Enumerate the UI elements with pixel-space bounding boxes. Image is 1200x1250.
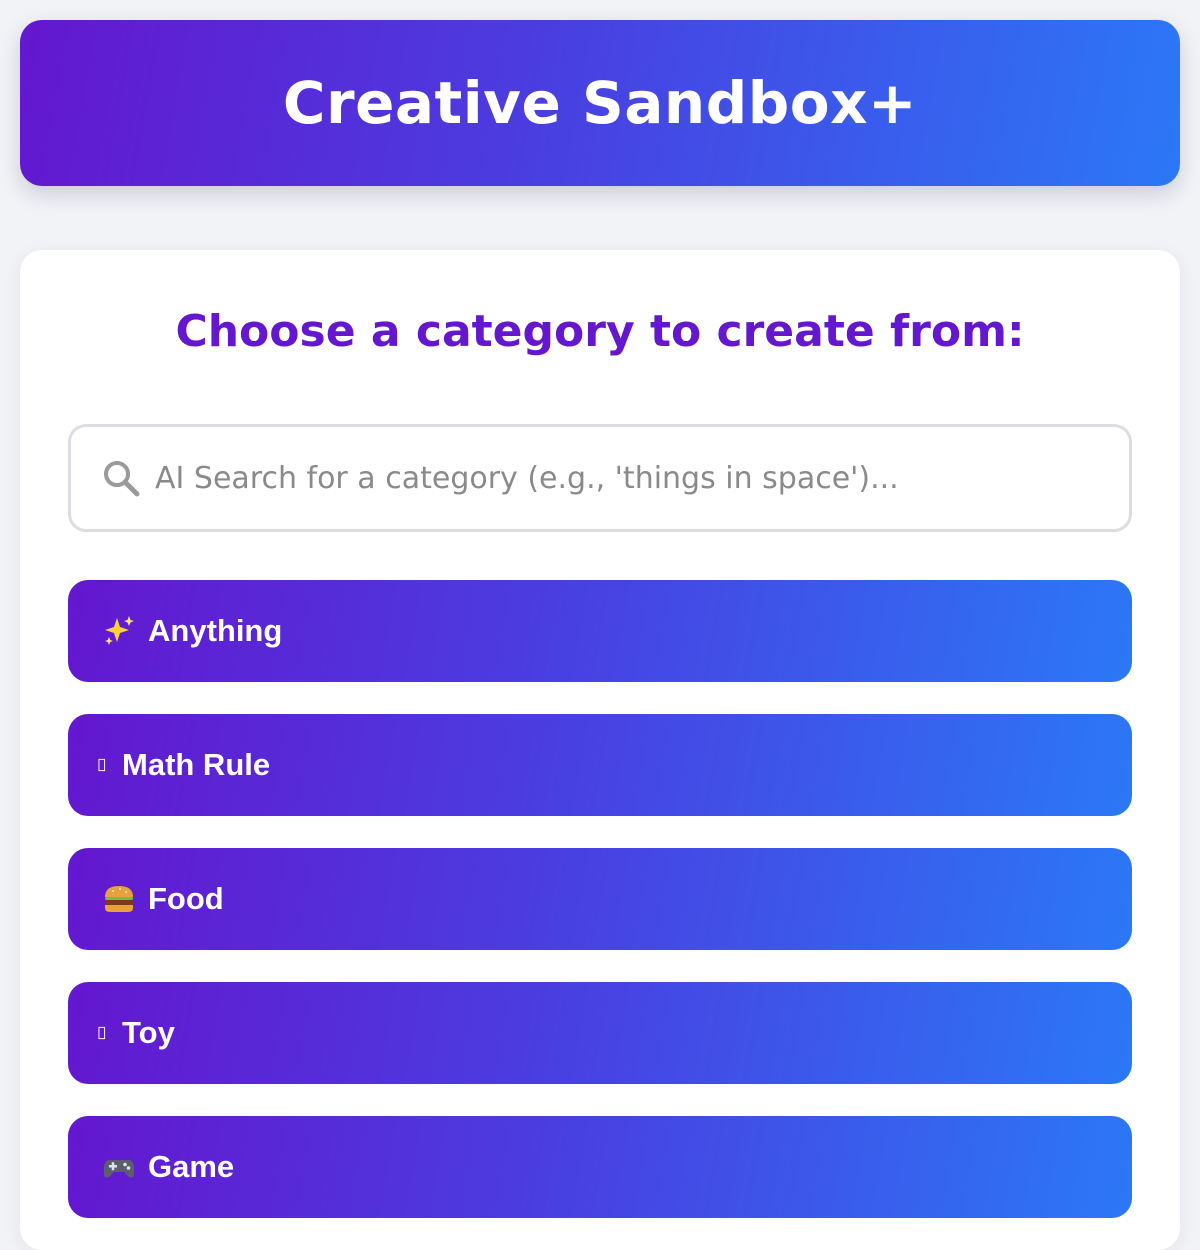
search-icon — [104, 461, 140, 497]
search-box[interactable] — [68, 424, 1132, 532]
category-game-button[interactable]: Game — [68, 1116, 1132, 1218]
sparkles-icon — [105, 616, 134, 645]
category-label: Food — [148, 881, 224, 916]
category-math-rule-button[interactable]: Math Rule — [68, 714, 1132, 816]
category-toy-button[interactable]: Toy — [68, 982, 1132, 1084]
burger-icon — [105, 886, 133, 912]
app-title: Creative Sandbox+ — [282, 69, 918, 137]
missing-glyph-icon — [98, 758, 106, 772]
game-controller-icon — [104, 1160, 134, 1178]
category-label: Anything — [148, 613, 283, 648]
category-label: Math Rule — [122, 747, 271, 782]
app-header: Creative Sandbox+ — [20, 20, 1180, 186]
category-food-button[interactable]: Food — [68, 848, 1132, 950]
category-anything-button[interactable]: Anything — [68, 580, 1132, 682]
missing-glyph-icon — [98, 1026, 106, 1040]
category-list: Anything Math Rule Food Toy Game — [68, 580, 1132, 1250]
category-label: Toy — [122, 1015, 175, 1050]
category-search-input[interactable] — [153, 447, 1087, 509]
category-label: Game — [148, 1149, 235, 1184]
category-panel: Choose a category to create from: Anythi… — [20, 250, 1180, 1250]
page-heading: Choose a category to create from: — [175, 306, 1025, 357]
